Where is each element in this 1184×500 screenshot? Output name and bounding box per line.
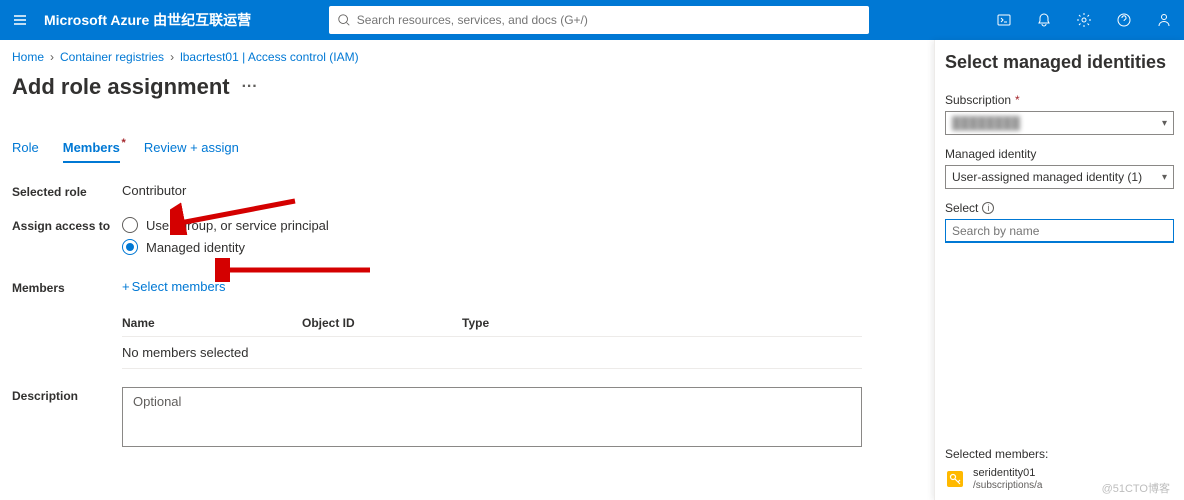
selected-role-value: Contributor	[122, 183, 186, 198]
info-icon[interactable]: i	[982, 202, 994, 214]
radio-checked-icon	[122, 239, 138, 255]
empty-members-row: No members selected	[122, 337, 862, 369]
managed-identity-dropdown[interactable]: User-assigned managed identity (1) ▾	[945, 165, 1174, 189]
key-icon	[945, 469, 965, 489]
global-search[interactable]	[329, 6, 869, 34]
tab-review[interactable]: Review + assign	[144, 140, 239, 163]
select-search-input[interactable]	[945, 219, 1174, 243]
tab-members[interactable]: Members*	[63, 140, 120, 163]
page-title: Add role assignment ···	[12, 74, 922, 100]
select-label: Select i	[945, 201, 1174, 215]
breadcrumb-registries[interactable]: Container registries	[60, 50, 164, 64]
settings-icon[interactable]	[1064, 0, 1104, 40]
search-input[interactable]	[357, 13, 861, 27]
selected-role-label: Selected role	[12, 183, 122, 199]
notifications-icon[interactable]	[1024, 0, 1064, 40]
chevron-right-icon: ›	[170, 50, 174, 64]
managed-identity-label: Managed identity	[945, 147, 1174, 161]
radio-managed-identity[interactable]: Managed identity	[122, 239, 329, 255]
members-table-header: Name Object ID Type	[122, 310, 862, 337]
search-icon	[337, 13, 351, 27]
chevron-down-icon: ▾	[1162, 118, 1167, 129]
top-bar: Microsoft Azure 由世纪互联运营	[0, 0, 1184, 40]
description-label: Description	[12, 387, 122, 403]
panel-title: Select managed identities	[945, 52, 1174, 73]
radio-icon	[122, 217, 138, 233]
brand-label: Microsoft Azure 由世纪互联运营	[44, 10, 251, 30]
tabs: Role Members* Review + assign	[12, 140, 922, 163]
chevron-right-icon: ›	[50, 50, 54, 64]
cloud-shell-icon[interactable]	[984, 0, 1024, 40]
breadcrumb: Home › Container registries › lbacrtest0…	[12, 40, 922, 74]
top-icon-tray	[984, 0, 1184, 40]
breadcrumb-current[interactable]: lbacrtest01 | Access control (IAM)	[180, 50, 359, 64]
chevron-down-icon: ▾	[1162, 172, 1167, 183]
subscription-label: Subscription *	[945, 93, 1174, 107]
tab-role[interactable]: Role	[12, 140, 39, 163]
more-actions-icon[interactable]: ···	[242, 78, 258, 96]
select-members-link[interactable]: +Select members	[122, 279, 862, 294]
description-input[interactable]: Optional	[122, 387, 862, 447]
main-content: Home › Container registries › lbacrtest0…	[0, 40, 934, 500]
watermark: @51CTO博客	[1102, 480, 1170, 496]
assign-access-label: Assign access to	[12, 217, 122, 233]
hamburger-icon[interactable]	[0, 0, 40, 40]
side-panel: Select managed identities Subscription *…	[934, 40, 1184, 500]
help-icon[interactable]	[1104, 0, 1144, 40]
subscription-dropdown[interactable]: ████████ ▾	[945, 111, 1174, 135]
members-label: Members	[12, 279, 122, 295]
feedback-icon[interactable]	[1144, 0, 1184, 40]
breadcrumb-home[interactable]: Home	[12, 50, 44, 64]
radio-user-group[interactable]: User, group, or service principal	[122, 217, 329, 233]
